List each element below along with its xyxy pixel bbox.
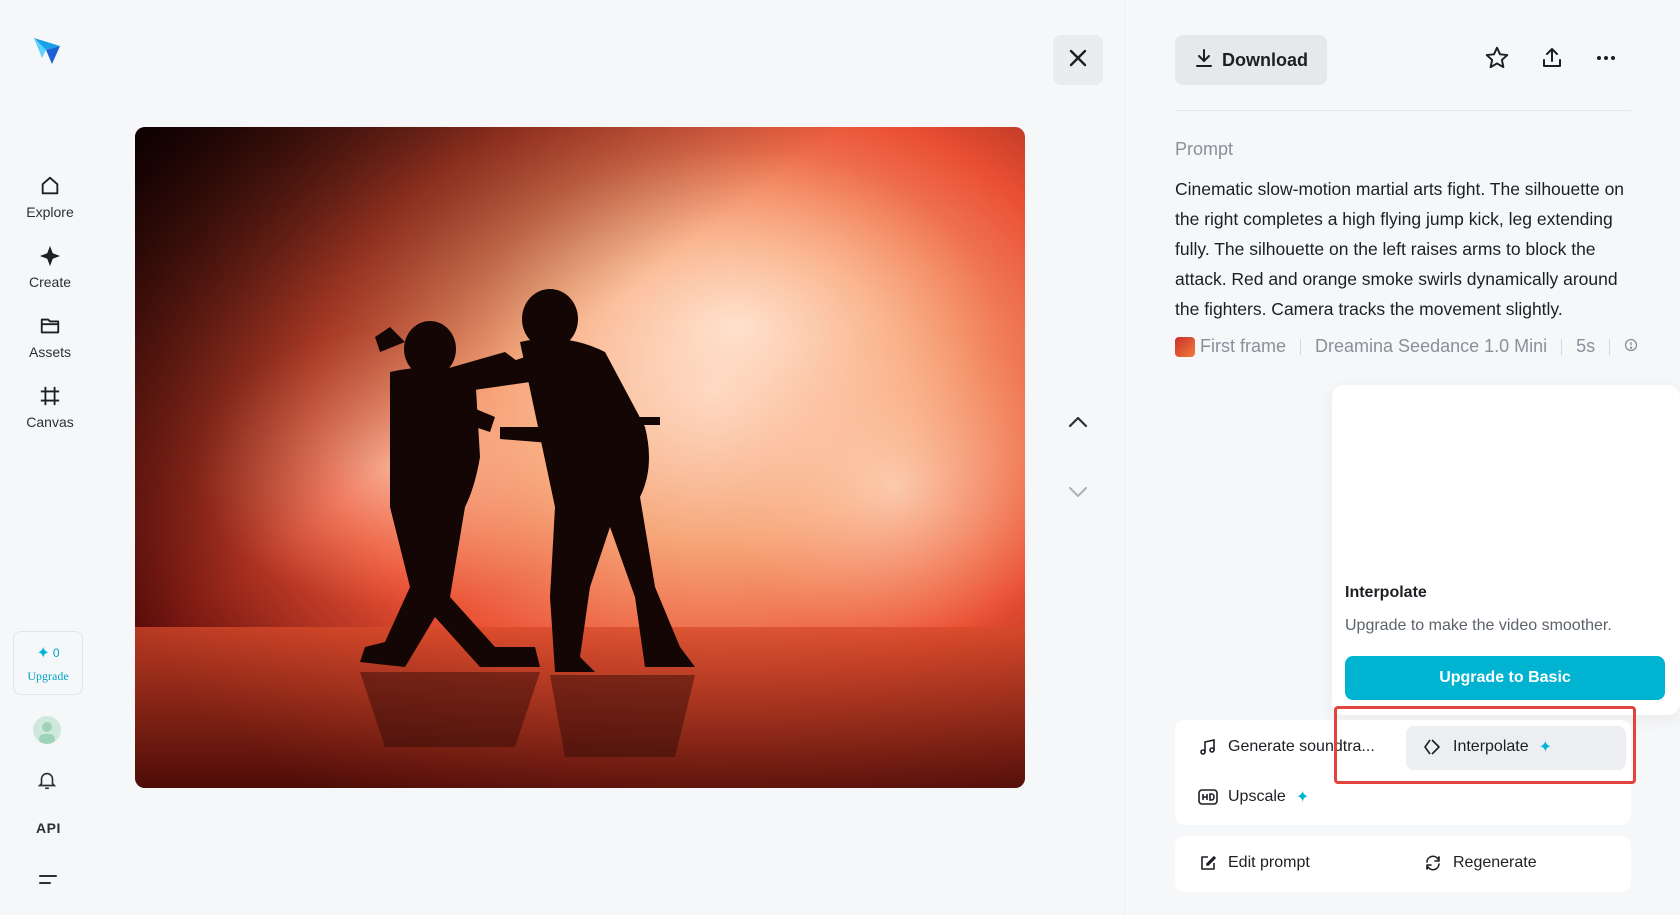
- first-frame-thumbnail: [1175, 336, 1195, 357]
- close-icon: [1068, 48, 1088, 73]
- download-icon: [1194, 48, 1214, 73]
- home-icon: [38, 174, 62, 198]
- popover-title: Interpolate: [1345, 584, 1427, 601]
- model-name: Dreamina Seedance 1.0 Mini: [1315, 336, 1548, 356]
- interpolate-button[interactable]: Interpolate ✦: [1423, 737, 1552, 757]
- sidebar-item-assets[interactable]: Assets: [10, 314, 90, 360]
- next-button[interactable]: [1064, 478, 1092, 506]
- edit-prompt-button[interactable]: Edit prompt: [1198, 853, 1310, 873]
- generate-soundtrack-button[interactable]: Generate soundtra...: [1198, 737, 1375, 757]
- more-icon: [1594, 46, 1618, 75]
- music-note-icon: [1198, 737, 1218, 757]
- edit-icon: [1198, 853, 1218, 873]
- edit-prompt-label: Edit prompt: [1228, 854, 1310, 871]
- sidebar-item-create[interactable]: Create: [10, 244, 90, 290]
- interpolate-label: Interpolate: [1453, 738, 1529, 755]
- hd-icon: [1198, 787, 1218, 807]
- credits-count: ✦ 0: [36, 643, 59, 663]
- chevron-up-icon: [1064, 416, 1092, 440]
- close-button[interactable]: [1053, 35, 1103, 85]
- upgrade-label: Upgrade: [27, 668, 69, 683]
- regenerate-label: Regenerate: [1453, 854, 1537, 871]
- upscale-button[interactable]: Upscale ✦: [1198, 787, 1309, 807]
- menu-icon[interactable]: [37, 870, 59, 890]
- favorite-button[interactable]: [1483, 46, 1511, 74]
- chevron-down-icon: [1064, 486, 1092, 510]
- previous-button[interactable]: [1064, 408, 1092, 436]
- credits-value: 0: [52, 645, 60, 660]
- sidebar: Explore Create Assets Canvas ✦ 0 Upgrade …: [0, 0, 100, 915]
- panel-divider: [1124, 0, 1125, 915]
- generate-soundtrack-label: Generate soundtra...: [1228, 738, 1375, 755]
- upgrade-box[interactable]: ✦ 0 Upgrade: [13, 631, 83, 695]
- sidebar-item-label: Canvas: [26, 414, 74, 430]
- premium-sparkle-icon: ✦: [1538, 739, 1553, 756]
- duration: 5s: [1576, 336, 1596, 356]
- refresh-icon: [1423, 853, 1443, 873]
- sidebar-item-label: Create: [28, 274, 72, 290]
- sidebar-item-explore[interactable]: Explore: [10, 174, 90, 220]
- prompt-label: Prompt: [1175, 139, 1234, 159]
- info-icon[interactable]: [1624, 336, 1638, 357]
- frame-icon: [38, 384, 62, 408]
- generation-meta: First frame Dreamina Seedance 1.0 Mini 5…: [1175, 336, 1638, 357]
- share-button[interactable]: [1538, 46, 1566, 74]
- upscale-label: Upscale: [1228, 788, 1286, 805]
- sidebar-item-canvas[interactable]: Canvas: [10, 384, 90, 430]
- notification-bell-icon[interactable]: [36, 769, 60, 793]
- interpolate-icon: [1423, 737, 1443, 757]
- upgrade-to-basic-button[interactable]: Upgrade to Basic: [1345, 656, 1665, 700]
- premium-sparkle-icon: ✦: [1295, 789, 1310, 806]
- download-label: Download: [1222, 49, 1308, 70]
- app-logo[interactable]: [30, 32, 66, 68]
- meta-separator: [1609, 338, 1611, 355]
- sidebar-item-label: Assets: [28, 344, 71, 360]
- sidebar-item-label: Explore: [26, 204, 74, 220]
- regenerate-button[interactable]: Regenerate: [1423, 853, 1537, 873]
- folder-icon: [38, 314, 62, 338]
- sparkle-icon: ✦: [36, 644, 50, 662]
- more-options-button[interactable]: [1592, 46, 1620, 74]
- meta-separator: [1561, 338, 1563, 355]
- first-frame-label[interactable]: First frame: [1200, 336, 1286, 357]
- share-icon: [1540, 46, 1564, 75]
- video-preview[interactable]: [135, 127, 1025, 788]
- star-icon: [1484, 45, 1510, 76]
- prompt-text: Cinematic slow-motion martial arts fight…: [1175, 179, 1625, 319]
- avatar[interactable]: [33, 716, 61, 744]
- api-link[interactable]: API: [36, 820, 61, 836]
- header-divider: [1175, 110, 1631, 111]
- popover-description: Upgrade to make the video smoother.: [1345, 617, 1612, 634]
- sparkle-icon: [38, 244, 62, 268]
- download-button[interactable]: Download: [1175, 35, 1327, 85]
- meta-separator: [1300, 338, 1302, 355]
